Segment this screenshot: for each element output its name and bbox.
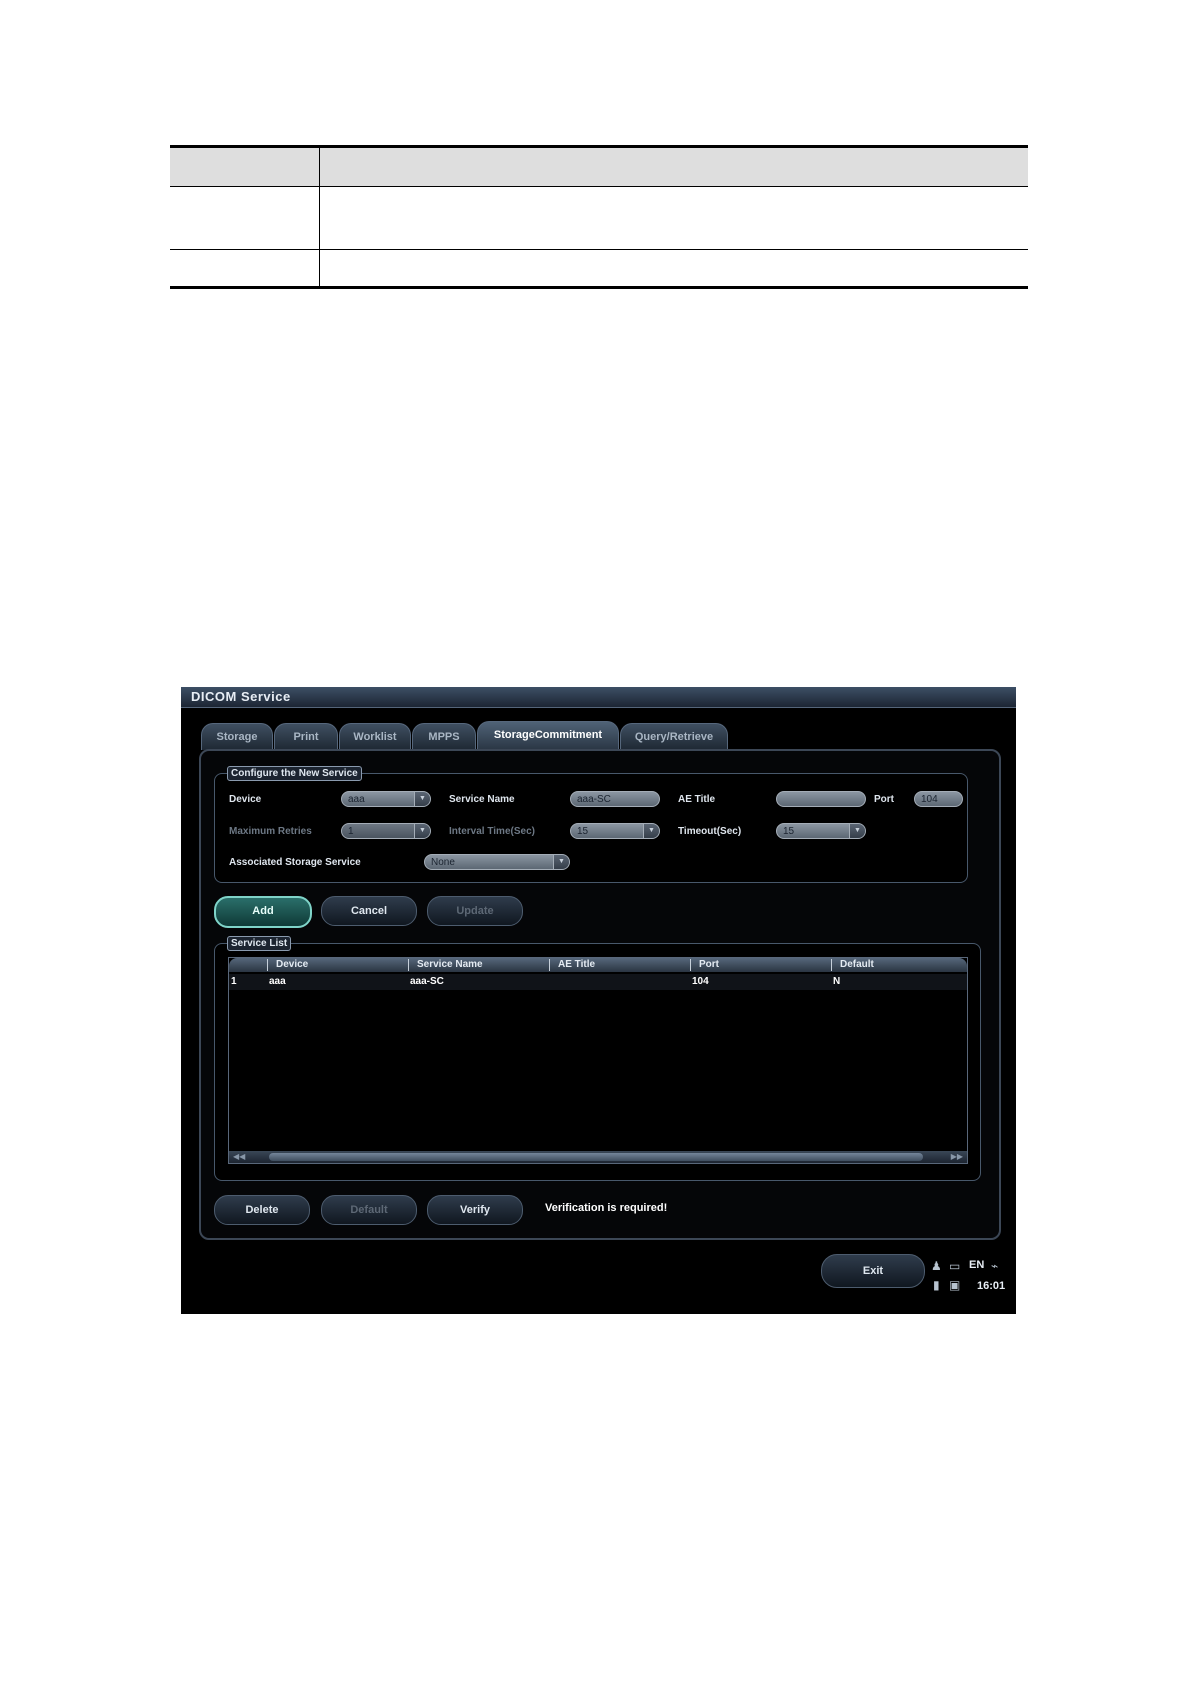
service-list-table: Device Service Name AE Title Port Defaul… [228,957,968,1164]
chevron-down-icon: ▼ [643,824,659,838]
scroll-left-icon[interactable]: ◀◀ [233,1151,245,1163]
row-index: 1 [231,976,237,987]
port-field[interactable]: 104 [914,791,963,807]
column-header-service-name[interactable]: Service Name [408,959,483,971]
row-default: N [833,976,841,987]
service-name-field[interactable]: aaa-SC [570,791,660,807]
service-list-group: Service List Device Service Name AE Titl… [214,936,981,1181]
tab-mpps[interactable]: MPPS [412,723,476,750]
tab-storage-commitment[interactable]: StorageCommitment [477,721,619,750]
default-button[interactable]: Default [321,1195,417,1225]
horizontal-scrollbar[interactable]: ◀◀ ▶▶ [229,1151,967,1163]
exit-button[interactable]: Exit [821,1254,925,1288]
verification-message: Verification is required! [545,1202,668,1214]
verify-button[interactable]: Verify [427,1195,523,1225]
column-header-default[interactable]: Default [831,959,874,971]
chevron-down-icon: ▼ [849,824,865,838]
max-retries-label: Maximum Retries [229,826,312,837]
language-indicator[interactable]: EN [969,1259,984,1271]
assoc-storage-label: Associated Storage Service [229,857,361,868]
column-header-device[interactable]: Device [267,959,308,971]
window-title: DICOM Service [191,689,291,704]
row-device: aaa [269,976,286,987]
delete-button[interactable]: Delete [214,1195,310,1225]
usb-icon: ⌁ [991,1259,999,1273]
chevron-down-icon: ▼ [414,792,430,806]
column-header-ae-title[interactable]: AE Title [549,959,595,971]
ae-title-field[interactable] [776,791,866,807]
tab-query-retrieve[interactable]: Query/Retrieve [620,723,728,750]
monitor-icon: ▣ [949,1278,961,1292]
row-port: 104 [692,976,709,987]
device-label: Device [229,794,262,805]
port-label: Port [874,794,894,805]
tab-panel: Configure the New Service Device aaa ▼ S… [199,749,1001,1240]
row-service-name: aaa-SC [410,976,444,987]
document-table [170,145,1028,289]
assoc-storage-value: None [431,857,455,868]
max-retries-value: 1 [348,826,354,837]
table-header: Device Service Name AE Title Port Defaul… [229,958,967,972]
tab-worklist[interactable]: Worklist [339,723,411,750]
scroll-thumb[interactable] [269,1153,923,1161]
service-list-label: Service List [227,936,292,951]
tab-storage[interactable]: Storage [201,723,273,750]
interval-time-select[interactable]: 15 ▼ [570,823,660,839]
tab-print[interactable]: Print [274,723,338,750]
scroll-right-icon[interactable]: ▶▶ [951,1151,963,1163]
add-button[interactable]: Add [214,896,312,928]
device-select[interactable]: aaa ▼ [341,791,431,807]
network-icon: ▭ [949,1259,961,1273]
timeout-label: Timeout(Sec) [678,826,742,837]
column-header-port[interactable]: Port [690,959,719,971]
dicom-service-window: DICOM Service Storage Print Worklist MPP… [181,687,1016,1314]
device-value: aaa [348,794,365,805]
cancel-button[interactable]: Cancel [321,896,417,926]
timeout-value: 15 [783,826,795,837]
timeout-select[interactable]: 15 ▼ [776,823,866,839]
interval-time-value: 15 [577,826,589,837]
service-name-label: Service Name [449,794,515,805]
chevron-down-icon: ▼ [414,824,430,838]
table-row[interactable]: 1 aaa aaa-SC 104 N [229,974,967,990]
user-icon: ♟ [931,1259,942,1273]
chevron-down-icon: ▼ [553,855,569,869]
assoc-storage-select[interactable]: None ▼ [424,854,570,870]
clock: 16:01 [977,1280,1006,1292]
trash-icon: ▮ [933,1278,940,1292]
configure-group-label: Configure the New Service [227,766,362,781]
ae-title-label: AE Title [678,794,716,805]
title-bar: DICOM Service [181,687,1016,708]
configure-group: Configure the New Service Device aaa ▼ S… [214,766,968,883]
max-retries-select[interactable]: 1 ▼ [341,823,431,839]
interval-time-label: Interval Time(Sec) [449,826,535,837]
update-button[interactable]: Update [427,896,523,926]
